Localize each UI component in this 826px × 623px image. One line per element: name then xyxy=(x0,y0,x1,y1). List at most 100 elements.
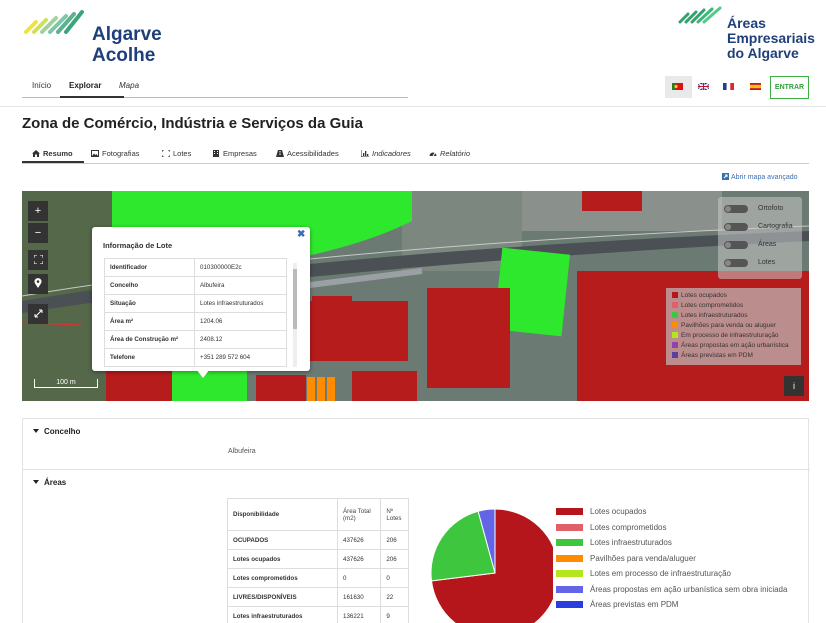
fullscreen-button[interactable] xyxy=(28,250,48,270)
pie-legend-item: Pavilhões para venda/aluguer xyxy=(556,554,696,564)
legend-swatch xyxy=(672,352,678,358)
caret-down-icon xyxy=(33,480,39,484)
location-pin-icon xyxy=(34,278,42,288)
legend-label: Lotes ocupados xyxy=(681,292,727,299)
nav-mapa[interactable]: Mapa xyxy=(119,81,139,90)
toggle-switch[interactable] xyxy=(724,241,748,249)
table-row: Situação Lotes infraestruturados xyxy=(104,294,287,313)
legend-swatch xyxy=(672,302,678,308)
legend-swatch xyxy=(556,539,583,546)
nav-inicio[interactable]: Início xyxy=(32,81,51,90)
tab-active-indicator xyxy=(22,161,84,163)
algarve-acolhe-logo[interactable]: Algarve Acolhe xyxy=(22,4,182,66)
legend-swatch xyxy=(556,523,583,531)
legend-swatch xyxy=(556,508,583,515)
legend-swatch xyxy=(672,332,678,338)
flag-en-icon[interactable] xyxy=(698,83,709,90)
legend-label: Lotes comprometidos xyxy=(590,522,667,532)
toggle-switch[interactable] xyxy=(724,223,748,231)
summary-panel: Concelho Albufeira Áreas Disponibilidade… xyxy=(22,418,810,623)
tab-acessibilidades[interactable]: Acessibilidades xyxy=(276,149,339,158)
table-row: Lotes infraestruturados 136221 9 xyxy=(227,606,409,623)
pie-legend-item: Lotes infraestruturados xyxy=(556,538,672,548)
logo-stripes-green-icon xyxy=(678,6,722,24)
areas-pie-chart xyxy=(430,508,553,623)
tab-fotografias[interactable]: Fotografias xyxy=(91,149,140,158)
map-legend-item: Em processo de infraestruturação xyxy=(672,332,779,341)
resize-arrows-icon xyxy=(34,309,42,318)
nav-active-indicator xyxy=(60,96,124,98)
popup-title: Informação de Lote xyxy=(103,241,173,250)
logo-stripes-icon xyxy=(24,10,84,34)
measure-button[interactable] xyxy=(28,304,48,324)
caret-down-icon xyxy=(33,429,39,433)
section-areas-header[interactable]: Áreas xyxy=(33,478,66,487)
section-concelho-header[interactable]: Concelho xyxy=(33,427,80,436)
brand-right-title: Áreas Empresariais do Algarve xyxy=(727,15,815,61)
tab-relatorio[interactable]: Relatório xyxy=(429,149,470,158)
page-title: Zona de Comércio, Indústria e Serviços d… xyxy=(22,115,363,132)
login-button[interactable]: ENTRAR xyxy=(770,76,809,99)
popup-table: Identificador 010300000E2c Concelho Albufe… xyxy=(104,258,287,367)
legend-swatch xyxy=(556,601,583,608)
table-row: Lotes comprometidos 0 0 xyxy=(227,568,409,588)
legend-label: Lotes em processo de infraestruturação xyxy=(590,569,731,578)
flag-es-icon[interactable] xyxy=(750,83,761,90)
locate-button[interactable] xyxy=(28,274,48,294)
table-row: Identificador 010300000E2c xyxy=(104,258,287,277)
layer-toggle-areas[interactable]: Áreas xyxy=(724,239,800,251)
zoom-in-button[interactable]: + xyxy=(28,201,48,221)
map-info-button[interactable]: i xyxy=(784,376,804,396)
nav-explorar[interactable]: Explorar xyxy=(69,81,101,90)
section-divider xyxy=(23,469,810,470)
legend-label: Áreas propostas em ação urbanística sem … xyxy=(590,584,788,594)
dashboard-icon xyxy=(429,152,437,157)
areas-empresariais-logo[interactable]: Áreas Empresariais do Algarve xyxy=(676,4,816,62)
legend-label: Lotes infraestruturados xyxy=(681,312,748,319)
tab-resumo[interactable]: Resumo xyxy=(32,149,73,158)
table-row: Concelho Albufeira xyxy=(104,276,287,295)
fullscreen-icon xyxy=(33,254,43,265)
lot-info-popup: Informação de Lote ✖ Identificador 010300… xyxy=(92,227,310,378)
table-row: OCUPADOS 437626 206 xyxy=(227,530,409,550)
lot-map[interactable]: + − 100 m Informação de Lote ✖ Identific… xyxy=(22,191,809,401)
flag-pt-icon[interactable] xyxy=(672,83,683,90)
legend-label: Pavilhões para venda ou aluguer xyxy=(681,322,777,329)
advanced-map-link[interactable]: Abrir mapa avançado xyxy=(722,173,798,181)
legend-swatch xyxy=(556,585,583,593)
toggle-switch[interactable] xyxy=(724,259,748,267)
layer-toggle-lotes[interactable]: Lotes xyxy=(724,257,800,269)
map-legend-item: Lotes infraestruturados xyxy=(672,312,747,321)
popup-close-icon[interactable]: ✖ xyxy=(297,229,305,240)
pie-legend-item: Lotes comprometidos xyxy=(556,523,666,533)
brand-left-title: Algarve Acolhe xyxy=(92,24,162,66)
legend-swatch xyxy=(672,312,678,318)
legend-label: Em processo de infraestruturação xyxy=(681,332,779,339)
map-legend-item: Lotes comprometidos xyxy=(672,302,743,311)
table-row: Área m² 1204.06 xyxy=(104,312,287,331)
popup-scroll-thumb[interactable] xyxy=(293,269,297,329)
table-row: Lotes ocupados 437626 206 xyxy=(227,549,409,569)
layer-switcher: Ortofoto Cartografia Áreas Lotes xyxy=(718,197,802,279)
flag-fr-icon[interactable] xyxy=(723,83,734,90)
tab-empresas[interactable]: Empresas xyxy=(212,149,257,158)
layer-toggle-cartografia[interactable]: Cartografia xyxy=(724,221,800,233)
tab-lotes[interactable]: Lotes xyxy=(162,149,191,158)
home-icon xyxy=(32,150,40,157)
popup-scrollbar[interactable] xyxy=(293,263,297,367)
legend-swatch xyxy=(556,570,583,577)
map-legend-item: Pavilhões para venda ou aluguer xyxy=(672,322,776,331)
header-divider xyxy=(0,106,826,107)
table-header-row: Disponibilidade Área Total (m2) Nº Lotes xyxy=(227,498,409,531)
zoom-out-button[interactable]: − xyxy=(28,223,48,243)
tab-indicadores[interactable]: Indicadores xyxy=(361,149,411,158)
layer-toggle-ortofoto[interactable]: Ortofoto xyxy=(724,203,800,215)
map-legend-item: Áreas propostas em ação urbanística xyxy=(672,342,789,351)
legend-swatch xyxy=(672,342,678,348)
legend-label: Lotes comprometidos xyxy=(681,302,744,309)
table-row: Área de Construção m² 2408.12 xyxy=(104,330,287,349)
toggle-switch[interactable] xyxy=(724,205,748,213)
page: Algarve Acolhe Áreas Empresariais do Alg… xyxy=(0,0,826,623)
concelho-value: Albufeira xyxy=(228,448,256,455)
pie-legend-item: Áreas propostas em ação urbanística sem … xyxy=(556,585,787,595)
